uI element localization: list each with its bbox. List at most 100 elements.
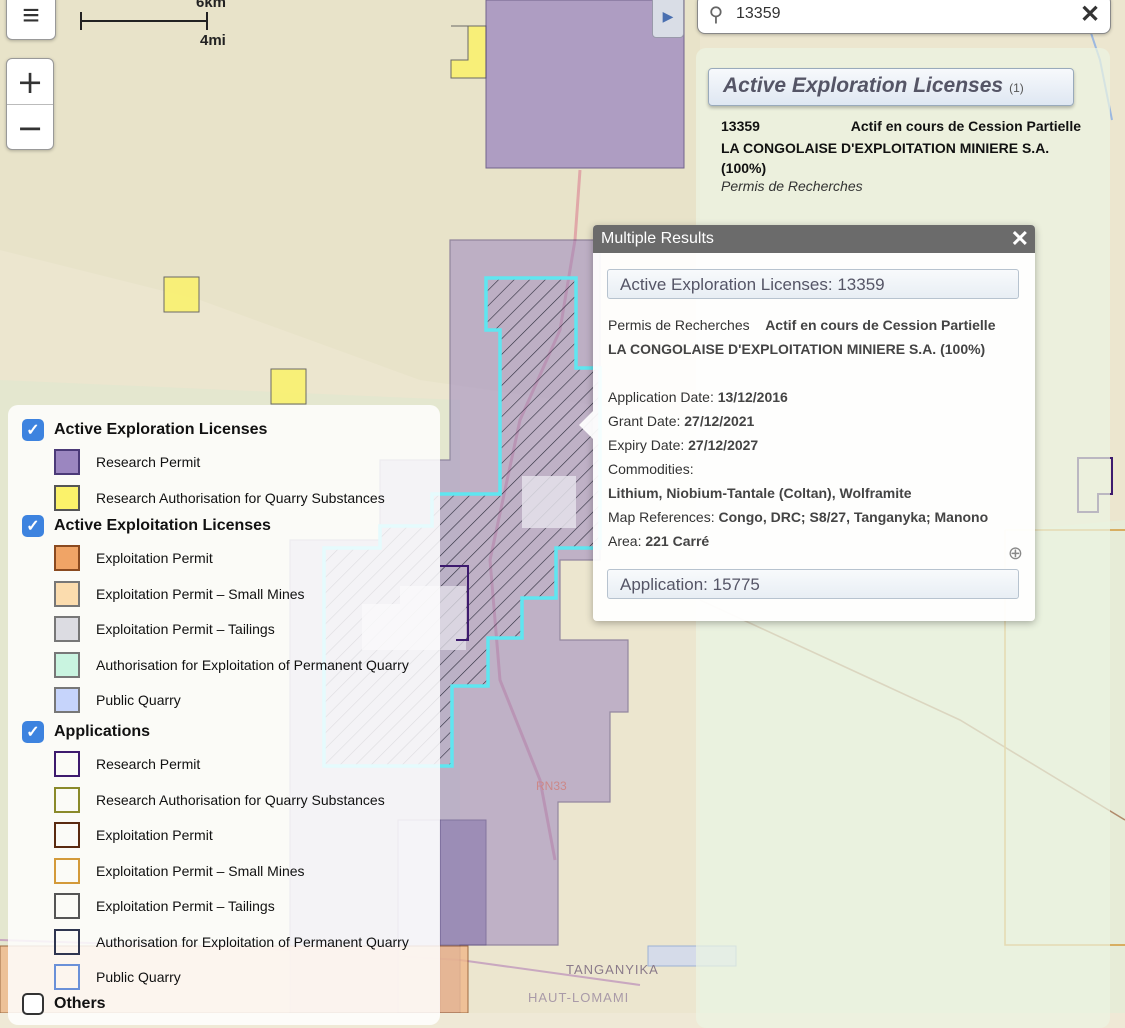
zoom-to-icon[interactable]: ⊕ bbox=[1008, 543, 1023, 564]
commodities: Lithium, Niobium-Tantale (Coltan), Wolfr… bbox=[608, 485, 912, 501]
legend-item-label: Research Authorisation for Quarry Substa… bbox=[96, 791, 385, 808]
commodities-label: Commodities: bbox=[608, 461, 694, 477]
legend-item-label: Exploitation Permit – Small Mines bbox=[96, 585, 305, 602]
legend-item: Exploitation Permit – Small Mines bbox=[54, 580, 305, 607]
road-label: RN33 bbox=[536, 779, 567, 793]
province-label: TANGANYIKA bbox=[566, 962, 659, 977]
legend-item-label: Exploitation Permit – Tailings bbox=[96, 621, 275, 637]
legend-swatch bbox=[54, 928, 80, 955]
popup-pointer bbox=[579, 411, 593, 439]
province-label: HAUT-LOMAMI bbox=[528, 990, 629, 1005]
legend-swatch bbox=[54, 964, 80, 990]
scale-bar: 6km 4mi bbox=[78, 0, 226, 49]
popup-title-bar: Multiple Results ✕ bbox=[593, 225, 1035, 253]
result-type: Permis de Recherches bbox=[721, 178, 863, 194]
legend-group-1[interactable]: ✓ Active Exploitation Licenses bbox=[22, 515, 271, 537]
popup-section-application[interactable]: Application: 15775 bbox=[607, 569, 1019, 599]
legend-swatch bbox=[54, 822, 80, 848]
legend-group-2[interactable]: ✓ Applications bbox=[22, 721, 150, 743]
legend-item: Authorisation for Exploitation of Perman… bbox=[54, 651, 409, 678]
scale-line bbox=[80, 20, 208, 22]
legend-item: Exploitation Permit – Tailings bbox=[54, 616, 275, 642]
legend-panel: ✓ Active Exploration Licenses Research Per… bbox=[8, 405, 440, 1025]
result-holder: LA CONGOLAISE D'EXPLOITATION MINIERE S.A… bbox=[721, 140, 1050, 176]
detail-status: Actif en cours de Cession Partielle bbox=[765, 317, 996, 333]
legend-swatch bbox=[54, 751, 80, 777]
legend-item-label: Research Authorisation for Quarry Substa… bbox=[96, 489, 385, 506]
clear-search-icon[interactable]: ✕ bbox=[1070, 0, 1110, 29]
legend-item: Public Quarry bbox=[54, 964, 181, 990]
checkbox-checked-icon[interactable]: ✓ bbox=[22, 515, 44, 537]
zoom-control: + − bbox=[6, 58, 54, 150]
panel-toggle-button[interactable]: ▶ bbox=[652, 0, 684, 38]
results-header[interactable]: Active Exploration Licenses (1) bbox=[708, 68, 1074, 106]
legend-swatch bbox=[54, 545, 80, 571]
legend-item: Research Authorisation for Quarry Substa… bbox=[54, 786, 385, 813]
area: 221 Carré bbox=[645, 533, 710, 549]
legend-group-title: Applications bbox=[54, 723, 151, 740]
legend-swatch bbox=[54, 786, 80, 813]
checkbox-unchecked-icon[interactable] bbox=[22, 993, 44, 1015]
zoom-out-button[interactable]: − bbox=[7, 104, 53, 150]
legend-group-3[interactable]: Others bbox=[22, 993, 106, 1015]
checkbox-checked-icon[interactable]: ✓ bbox=[22, 721, 44, 743]
result-item[interactable]: 13359 Actif en cours de Cession Partiell… bbox=[721, 118, 1081, 194]
legend-item: Exploitation Permit – Small Mines bbox=[54, 857, 305, 884]
legend-item-label: Public Quarry bbox=[96, 692, 181, 708]
legend-swatch bbox=[54, 651, 80, 678]
legend-item-label: Authorisation for Exploitation of Perman… bbox=[96, 933, 409, 950]
legend-item: Research Permit bbox=[54, 449, 200, 475]
legend-group-0[interactable]: ✓ Active Exploration Licenses bbox=[22, 419, 267, 441]
legend-item-label: Public Quarry bbox=[96, 969, 181, 985]
popup-section-license[interactable]: Active Exploration Licenses: 13359 bbox=[607, 269, 1019, 299]
zoom-in-button[interactable]: + bbox=[7, 59, 53, 104]
area-label: Area: bbox=[608, 533, 642, 549]
menu-button[interactable]: ≡ bbox=[6, 0, 56, 40]
research-permit[interactable] bbox=[439, 819, 487, 946]
legend-swatch bbox=[54, 580, 80, 607]
legend-swatch bbox=[54, 687, 80, 713]
popup-title: Multiple Results bbox=[601, 230, 714, 247]
expiry-date-label: Expiry Date: bbox=[608, 437, 685, 453]
legend-item: Exploitation Permit – Tailings bbox=[54, 893, 275, 919]
result-status: Actif en cours de Cession Partielle bbox=[850, 118, 1081, 134]
checkbox-checked-icon[interactable]: ✓ bbox=[22, 419, 44, 441]
legend-group-title: Others bbox=[54, 995, 106, 1012]
legend-item-label: Exploitation Permit bbox=[96, 550, 213, 566]
legend-item-label: Research Permit bbox=[96, 454, 201, 470]
popup-details: Permis de Recherches Actif en cours de C… bbox=[608, 313, 1028, 553]
legend-group-title: Active Exploitation Licenses bbox=[54, 517, 271, 534]
legend-item: Exploitation Permit bbox=[54, 822, 213, 848]
detail-type: Permis de Recherches bbox=[608, 317, 750, 333]
tailings-area bbox=[522, 476, 576, 528]
expiry-date: 27/12/2027 bbox=[688, 437, 759, 453]
results-title: Active Exploration Licenses (1) bbox=[723, 74, 1024, 97]
quarry-permit[interactable] bbox=[163, 276, 200, 313]
legend-item: Research Authorisation for Quarry Substa… bbox=[54, 484, 385, 511]
legend-group-title: Active Exploration Licenses bbox=[54, 421, 268, 438]
map-refs-label: Map References: bbox=[608, 509, 715, 525]
result-code: 13359 bbox=[721, 118, 760, 134]
scale-km-label: 6km bbox=[196, 0, 227, 11]
scale-mi-label: 4mi bbox=[200, 32, 226, 49]
legend-swatch bbox=[54, 616, 80, 642]
map-refs: Congo, DRC; S8/27, Tanganyka; Manono bbox=[718, 509, 989, 525]
legend-item-label: Research Permit bbox=[96, 756, 201, 772]
legend-swatch bbox=[54, 449, 80, 475]
legend-item-label: Exploitation Permit bbox=[96, 827, 213, 843]
search-icon: ⚲ bbox=[708, 3, 724, 26]
play-icon: ▶ bbox=[662, 7, 674, 24]
quarry-permit[interactable] bbox=[270, 368, 307, 405]
detail-holder: LA CONGOLAISE D'EXPLOITATION MINIERE S.A… bbox=[608, 341, 986, 357]
application-date: 13/12/2016 bbox=[717, 389, 788, 405]
results-count: (1) bbox=[1009, 81, 1024, 95]
hamburger-icon: ≡ bbox=[22, 0, 40, 32]
search-input[interactable] bbox=[734, 4, 1070, 24]
legend-item-label: Exploitation Permit – Tailings bbox=[96, 898, 275, 914]
legend-item-label: Exploitation Permit – Small Mines bbox=[96, 862, 305, 879]
scale-tick bbox=[206, 12, 208, 30]
close-icon[interactable]: ✕ bbox=[1011, 225, 1029, 253]
legend-item: Research Permit bbox=[54, 751, 200, 777]
legend-item: Public Quarry bbox=[54, 687, 181, 713]
legend-swatch bbox=[54, 857, 80, 884]
